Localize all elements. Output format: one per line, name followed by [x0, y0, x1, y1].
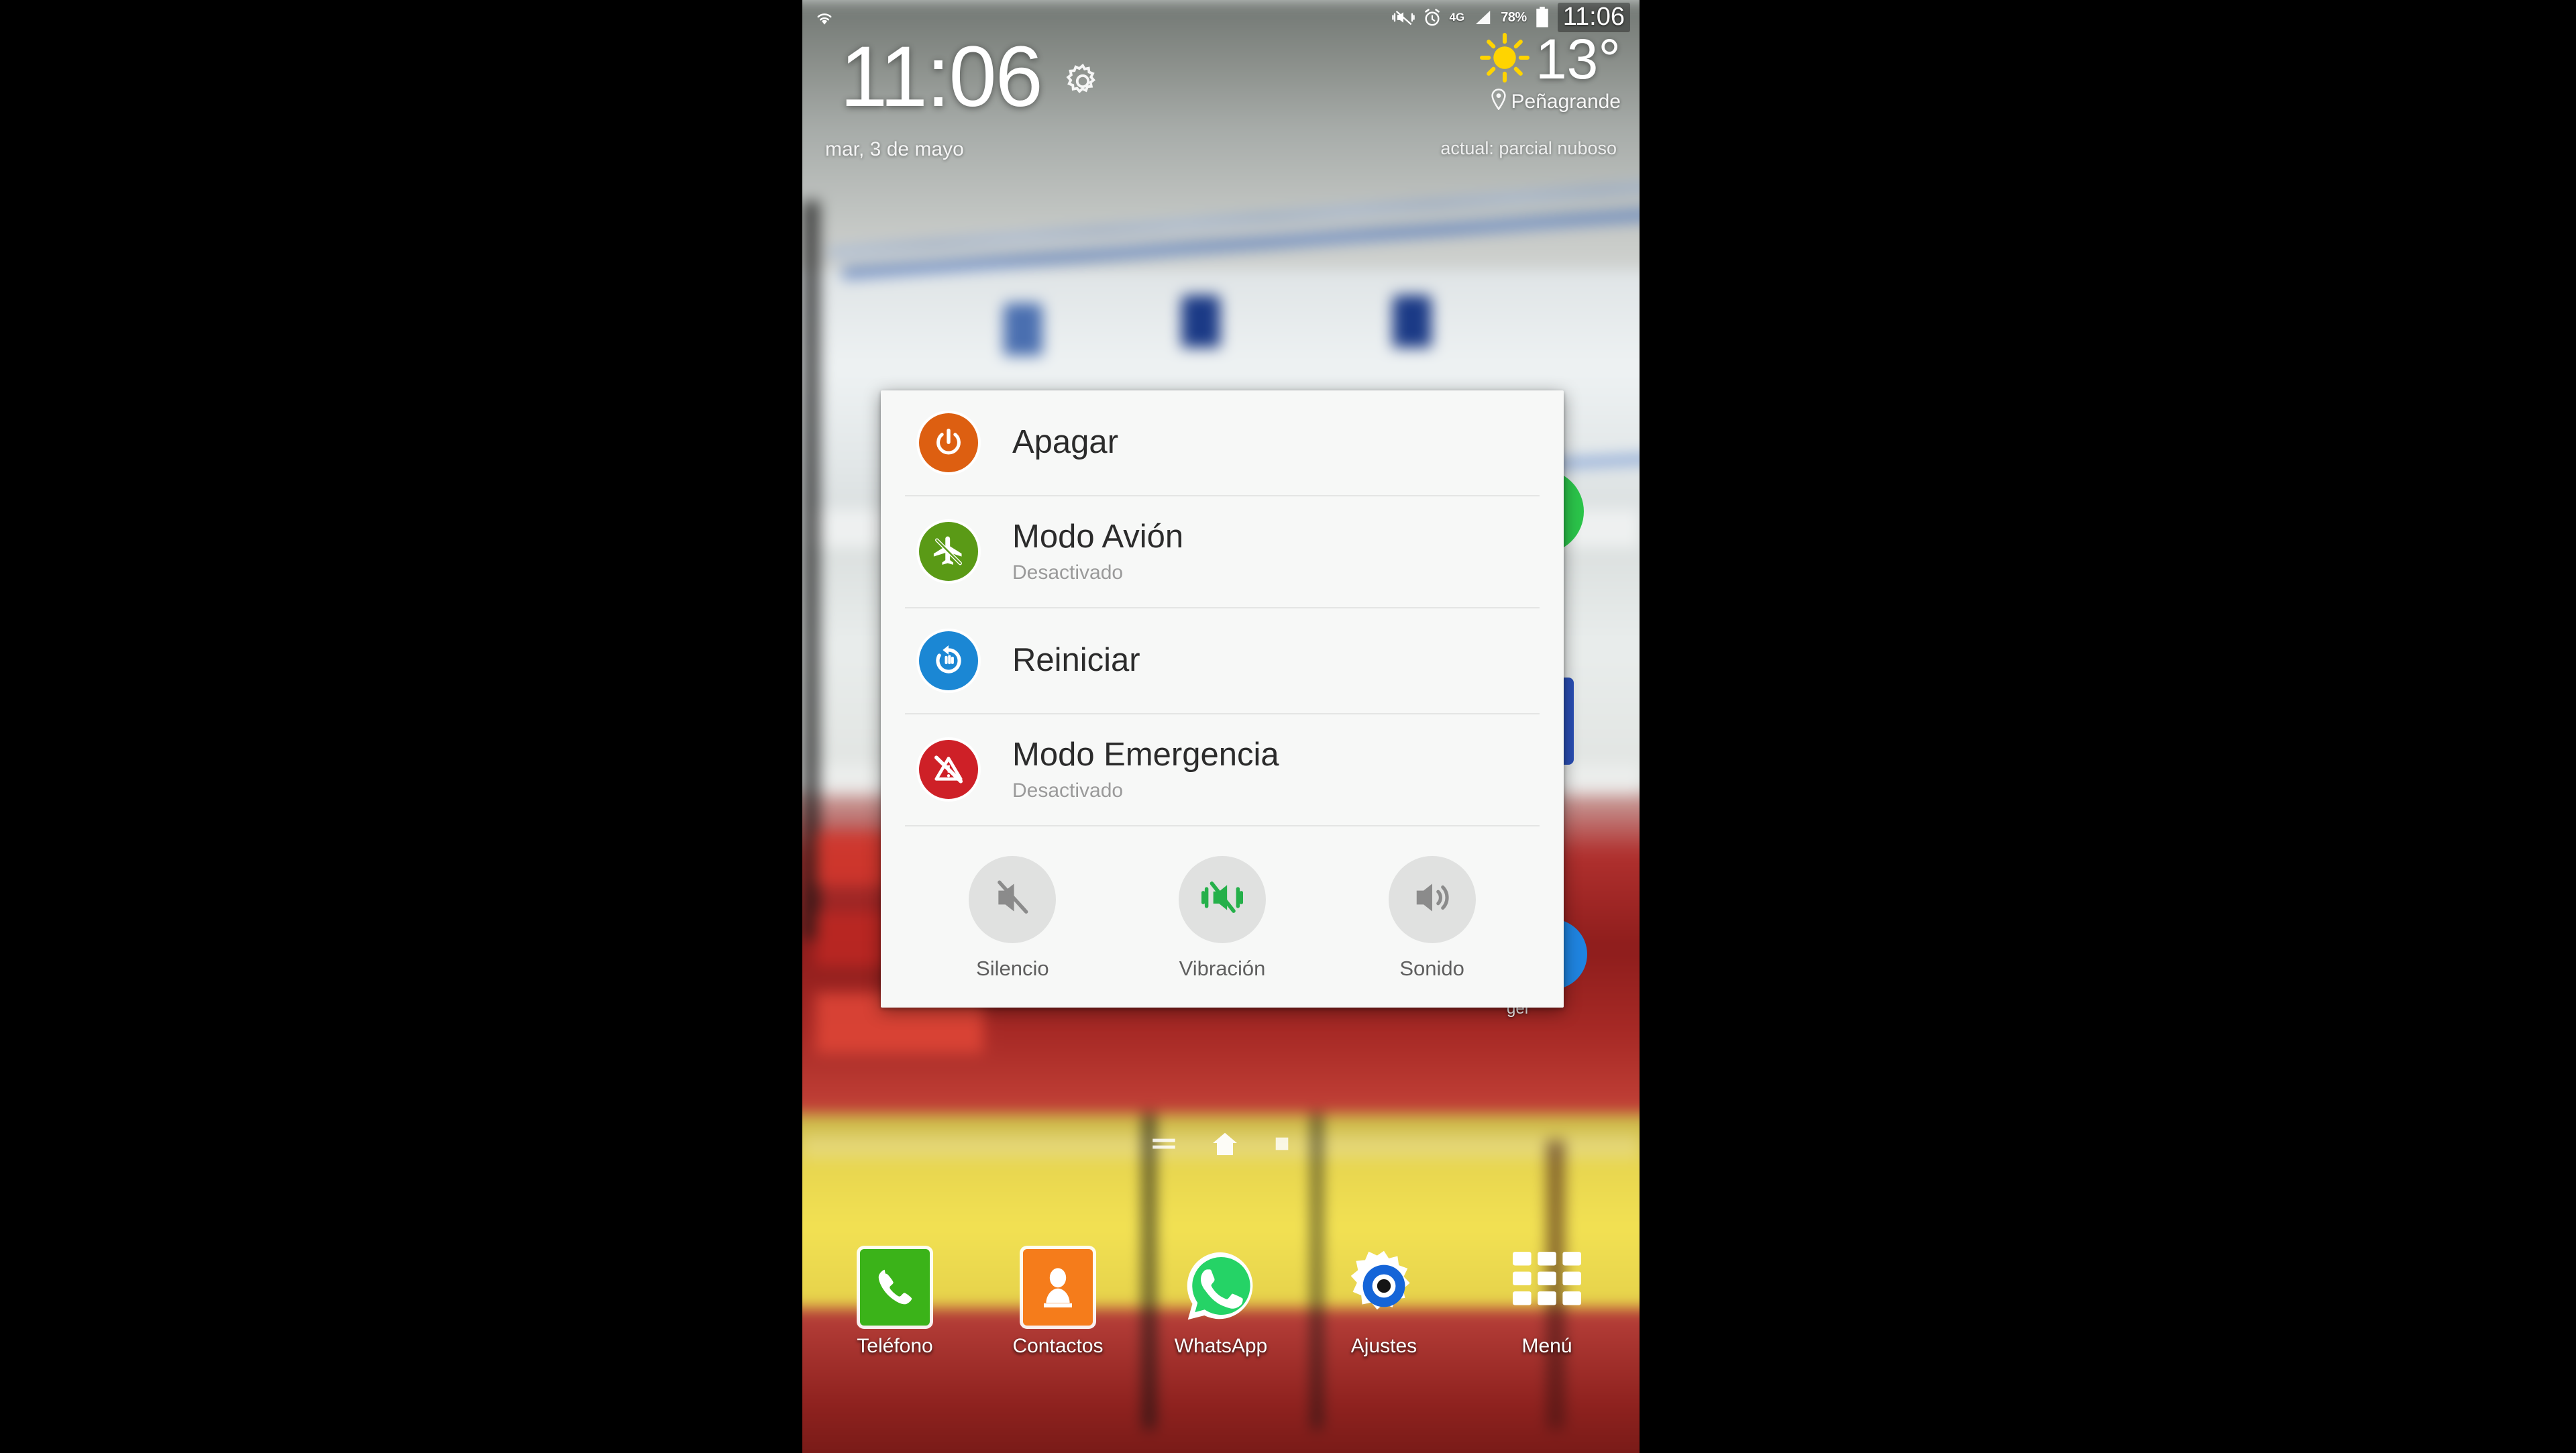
- signal-bars-icon: [1472, 9, 1493, 26]
- dock-app-phone[interactable]: Teléfono: [818, 1249, 971, 1358]
- phone-screen: y ok ger o: [802, 0, 1640, 1453]
- apps-grid-icon-wrap: [1509, 1249, 1585, 1326]
- speaker-icon: [1411, 877, 1453, 922]
- emergency-off-icon: [919, 740, 978, 800]
- sound-mode-label: Vibración: [1179, 956, 1266, 980]
- sound-mode-label: Sonido: [1399, 956, 1464, 980]
- mute-icon: [991, 877, 1033, 922]
- battery-icon: [1535, 7, 1550, 28]
- weather-condition-label: actual: parcial nuboso: [1440, 138, 1617, 159]
- speaker-icon-wrap: [1388, 855, 1476, 943]
- vibrate-icon: [1201, 877, 1244, 922]
- location-label: Peñagrande: [1511, 91, 1621, 113]
- dialog-item-subtitle: Desactivado: [1012, 779, 1124, 802]
- home-icon[interactable]: [1212, 1131, 1238, 1160]
- status-bar-right: 4G 78% 11:06: [1391, 3, 1630, 32]
- mute-icon-wrap: [969, 855, 1057, 943]
- dock-bar: Teléfono Contactos WhatsApp Ajustes Menú: [802, 1249, 1640, 1358]
- power-options-dialog[interactable]: Apagar Modo Avión Desactivado Reiniciar …: [881, 390, 1564, 1008]
- page-dot-icon[interactable]: [1273, 1135, 1291, 1156]
- alarm-icon: [1423, 8, 1442, 27]
- status-bar: 4G 78% 11:06: [802, 0, 1640, 35]
- page-indicator-row: [802, 1131, 1640, 1160]
- dock-app-whatsapp[interactable]: WhatsApp: [1144, 1249, 1297, 1358]
- dialog-item-restart[interactable]: Reiniciar: [881, 608, 1564, 713]
- restart-icon-wrap: [916, 631, 981, 690]
- dialog-item-emergency-mode-text: Modo Emergencia Desactivado: [1012, 737, 1279, 802]
- power-icon-wrap: [916, 413, 981, 472]
- location-pin-icon: [1490, 89, 1507, 115]
- dock-app-label: Contactos: [1012, 1335, 1104, 1357]
- gear-icon: [1345, 1247, 1423, 1328]
- dialog-item-title: Modo Emergencia: [1012, 736, 1279, 773]
- dock-app-label: WhatsApp: [1174, 1335, 1268, 1357]
- dialog-item-emergency-mode[interactable]: Modo Emergencia Desactivado: [881, 714, 1564, 825]
- dialog-item-title: Reiniciar: [1012, 641, 1140, 678]
- dock-app-label: Ajustes: [1350, 1335, 1417, 1357]
- status-bar-clock: 11:06: [1557, 3, 1630, 32]
- sun-icon: [1479, 32, 1530, 87]
- sound-mode-silent[interactable]: Silencio: [909, 855, 1117, 981]
- clock-weather-widget[interactable]: 11:06 13° Peñagrande mar, 3 de mayo actu…: [802, 29, 1640, 161]
- dialog-item-airplane-mode-text: Modo Avión Desactivado: [1012, 519, 1183, 584]
- weather-block[interactable]: 13° Peñagrande: [1479, 31, 1621, 115]
- screenshot-stage: y ok ger o: [0, 0, 2576, 1453]
- widget-date-label: mar, 3 de mayo: [825, 138, 964, 161]
- network-type-label: 4G: [1449, 11, 1465, 23]
- dock-app-label: Menú: [1521, 1335, 1572, 1357]
- gear-icon[interactable]: [1063, 62, 1102, 104]
- widget-clock-time: 11:06: [840, 29, 1043, 125]
- sound-mode-row: Silencio Vibración Sonido: [881, 826, 1564, 1004]
- status-bar-left: [814, 9, 835, 26]
- phone-icon-wrap: [857, 1249, 933, 1326]
- contact-icon-wrap: [1020, 1249, 1096, 1326]
- dialog-item-airplane-mode[interactable]: Modo Avión Desactivado: [881, 496, 1564, 607]
- vibrate-icon-wrap: [1178, 855, 1266, 943]
- dialog-item-power-off[interactable]: Apagar: [881, 390, 1564, 495]
- contact-icon: [1023, 1249, 1093, 1326]
- gear-icon-wrap: [1346, 1249, 1422, 1326]
- sound-mode-sound[interactable]: Sonido: [1328, 855, 1536, 981]
- sound-mode-vibrate[interactable]: Vibración: [1118, 855, 1326, 981]
- phone-icon: [860, 1249, 930, 1326]
- dock-app-menu[interactable]: Menú: [1470, 1249, 1623, 1358]
- restart-icon: [919, 631, 978, 690]
- dialog-item-title: Apagar: [1012, 424, 1119, 461]
- apps-grid-icon: [1509, 1248, 1585, 1327]
- dialog-item-power-off-text: Apagar: [1012, 424, 1119, 461]
- battery-percent-label: 78%: [1501, 9, 1527, 25]
- dock-app-label: Teléfono: [857, 1335, 933, 1357]
- dock-app-contacts[interactable]: Contactos: [981, 1249, 1134, 1358]
- sound-mode-label: Silencio: [976, 956, 1049, 980]
- whatsapp-icon: [1182, 1247, 1260, 1328]
- airplane-off-icon: [919, 522, 978, 582]
- dock-app-settings[interactable]: Ajustes: [1307, 1249, 1460, 1358]
- dialog-item-restart-text: Reiniciar: [1012, 641, 1140, 679]
- temperature-label: 13°: [1535, 28, 1621, 91]
- menu-lines-icon[interactable]: [1151, 1135, 1177, 1156]
- airplane-icon-wrap: [916, 522, 981, 582]
- dialog-item-title: Modo Avión: [1012, 519, 1184, 555]
- dialog-item-subtitle: Desactivado: [1012, 561, 1124, 584]
- emergency-icon-wrap: [916, 740, 981, 800]
- vibrate-icon: [1391, 9, 1415, 26]
- whatsapp-icon-wrap: [1183, 1249, 1259, 1326]
- wifi-icon: [814, 9, 835, 26]
- power-icon: [919, 413, 978, 472]
